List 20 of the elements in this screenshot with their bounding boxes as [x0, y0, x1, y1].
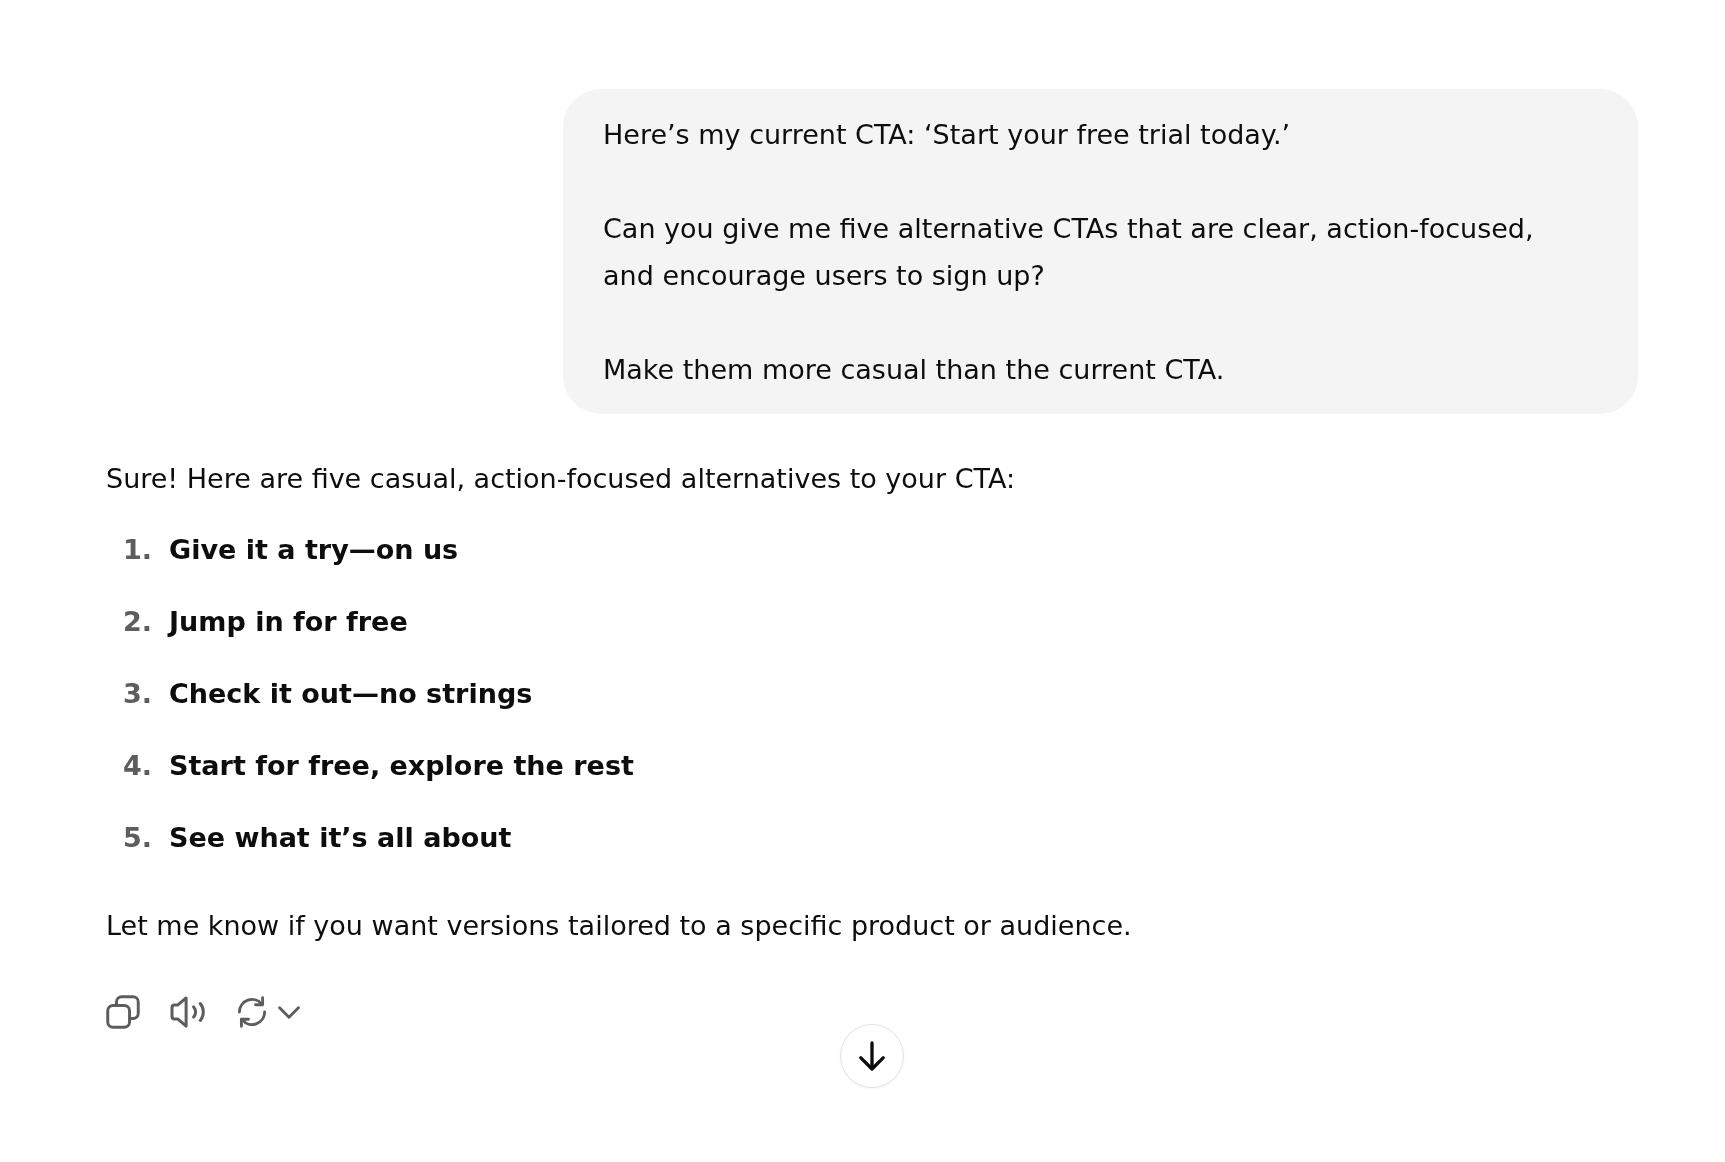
- list-number: 5.: [121, 821, 152, 855]
- suggestion-text: Check it out—no strings: [169, 677, 533, 711]
- list-number: 4.: [121, 749, 152, 783]
- suggestion-text: Jump in for free: [169, 605, 408, 639]
- list-number: 3.: [121, 677, 152, 711]
- chevron-down-icon[interactable]: [278, 1005, 300, 1019]
- speaker-icon[interactable]: [170, 996, 206, 1028]
- suggestion-text: Give it a try—on us: [169, 533, 459, 567]
- suggestion-text: Start for free, explore the rest: [169, 749, 634, 783]
- refresh-icon[interactable]: [236, 996, 268, 1028]
- list-number: 1.: [121, 533, 152, 567]
- user-message-text: Make them more casual than the current CTA.: [603, 353, 1226, 387]
- user-message-text: Can you give me five alternative CTAs that are clear, action-focused, and encourage users to sign up?: [603, 212, 1535, 293]
- user-message-text: Here’s my current CTA: ‘Start your free trial today.’: [603, 118, 1292, 152]
- suggestion-text: See what it’s all about: [169, 821, 512, 855]
- arrow-down-icon: [859, 1041, 885, 1071]
- assistant-intro-text: Sure! Here are five casual, action-focused alternatives to your CTA:: [106, 462, 1016, 496]
- list-number: 2.: [121, 605, 152, 639]
- assistant-closing-text: Let me know if you want versions tailored to a specific product or audience.: [106, 909, 1133, 943]
- copy-icon[interactable]: [106, 995, 140, 1029]
